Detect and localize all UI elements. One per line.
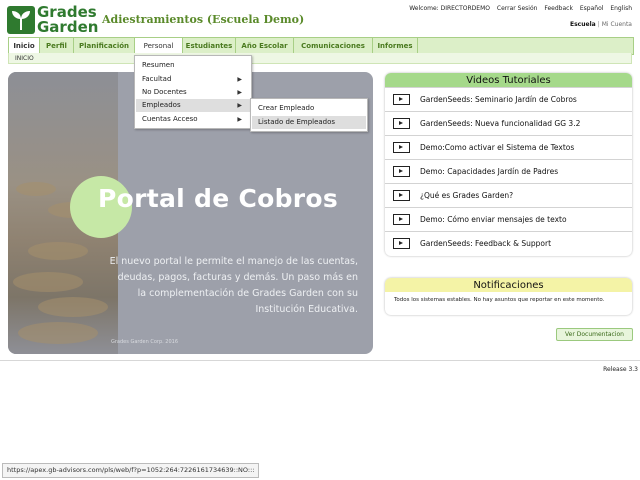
film-icon: [393, 238, 410, 249]
notifications-panel: Notificaciones Todos los sistemas establ…: [385, 278, 632, 315]
video-item[interactable]: GardenSeeds: Seminario Jardín de Cobros: [385, 87, 632, 111]
feedback-link[interactable]: Feedback: [544, 5, 573, 12]
tab-perfil[interactable]: Perfil: [40, 38, 74, 54]
video-title[interactable]: Demo: Capacidades Jardín de Padres: [420, 160, 558, 184]
chevron-right-icon: ▶: [237, 76, 242, 83]
menu-item-cuentas-acceso[interactable]: Cuentas Acceso ▶: [136, 113, 250, 126]
my-account-link[interactable]: Mi Cuenta: [602, 21, 632, 28]
banner-copyright: Grades Garden Corp. 2016: [111, 339, 179, 345]
menu-item-label: Facultad: [142, 75, 172, 83]
film-icon: [393, 118, 410, 129]
video-item[interactable]: Demo:Como activar el Sistema de Textos: [385, 135, 632, 159]
notifications-text: Todos los sistemas estables. No hay asun…: [394, 297, 605, 303]
tab-estudiantes[interactable]: Estudiantes: [183, 38, 236, 54]
videos-panel: Videos Tutoriales GardenSeeds: Seminario…: [385, 73, 632, 256]
menu-item-crear-empleado[interactable]: Crear Empleado: [252, 102, 366, 115]
menu-item-resumen[interactable]: Resumen: [136, 59, 250, 72]
film-icon: [393, 142, 410, 153]
menu-item-no-docentes[interactable]: No Docentes ▶: [136, 86, 250, 99]
chevron-right-icon: ▶: [237, 116, 242, 123]
banner-text: El nuevo portal le permite el manejo de …: [109, 256, 358, 315]
breadcrumb: INICIO: [8, 53, 632, 64]
menu-item-label: Empleados: [142, 101, 181, 109]
english-link[interactable]: English: [610, 5, 632, 12]
menu-item-facultad[interactable]: Facultad ▶: [136, 73, 250, 86]
scope-links: Escuela | Mi Cuenta: [570, 21, 632, 28]
banner-title: Portal de Cobros: [98, 184, 339, 213]
spanish-link[interactable]: Español: [580, 5, 604, 12]
chevron-right-icon: ▶: [237, 102, 242, 109]
scope-separator: |: [597, 21, 600, 28]
video-item[interactable]: ¿Qué es Grades Garden?: [385, 183, 632, 207]
video-title[interactable]: ¿Qué es Grades Garden?: [420, 184, 513, 208]
film-icon: [393, 190, 410, 201]
video-item[interactable]: Demo: Cómo enviar mensajes de texto: [385, 207, 632, 231]
video-title[interactable]: Demo: Cómo enviar mensajes de texto: [420, 208, 567, 232]
logout-link[interactable]: Cerrar Sesión: [497, 5, 538, 12]
notifications-title: Notificaciones: [385, 278, 632, 292]
menu-item-label: Resumen: [142, 61, 175, 69]
app-title: Adiestramientos (Escuela Demo): [102, 13, 305, 26]
video-title[interactable]: Demo:Como activar el Sistema de Textos: [420, 136, 574, 160]
video-title[interactable]: GardenSeeds: Seminario Jardín de Cobros: [420, 88, 577, 112]
menu-item-empleados[interactable]: Empleados ▶: [136, 99, 250, 112]
tab-planificacion[interactable]: Planificación: [74, 38, 135, 54]
film-icon: [393, 94, 410, 105]
film-icon: [393, 166, 410, 177]
logo-icon[interactable]: [7, 6, 35, 34]
menu-item-label: Crear Empleado: [258, 104, 315, 112]
menu-item-label: Listado de Empleados: [258, 118, 336, 126]
chevron-right-icon: ▶: [237, 89, 242, 96]
menu-item-label: Cuentas Acceso: [142, 115, 198, 123]
welcome-text: Welcome: DIRECTORDEMO: [409, 5, 490, 12]
menu-item-label: No Docentes: [142, 88, 187, 96]
tab-personal[interactable]: Personal: [135, 38, 183, 54]
menu-item-listado-empleados[interactable]: Listado de Empleados: [252, 116, 366, 129]
tab-comunicaciones[interactable]: Comunicaciones: [294, 38, 373, 54]
brand-name-line2: Garden: [37, 18, 99, 36]
school-link[interactable]: Escuela: [570, 21, 596, 28]
video-title[interactable]: GardenSeeds: Feedback & Support: [420, 232, 551, 256]
tab-informes[interactable]: Informes: [373, 38, 418, 54]
tab-inicio[interactable]: Inicio: [9, 38, 40, 54]
release-label: Release 3.3: [603, 366, 638, 373]
top-links: Welcome: DIRECTORDEMO Cerrar Sesión Feed…: [404, 5, 632, 12]
view-documentation-button[interactable]: Ver Documentacion: [556, 328, 633, 341]
film-icon: [393, 214, 410, 225]
videos-title: Videos Tutoriales: [385, 73, 632, 87]
video-item[interactable]: Demo: Capacidades Jardín de Padres: [385, 159, 632, 183]
divider: [0, 360, 640, 361]
video-title[interactable]: GardenSeeds: Nueva funcionalidad GG 3.2: [420, 112, 580, 136]
status-url-bar: https://apex.gb-advisors.com/pls/web/f?p…: [2, 463, 260, 478]
personal-dropdown: Resumen Facultad ▶ No Docentes ▶ Empleados…: [134, 55, 252, 129]
video-item[interactable]: GardenSeeds: Nueva funcionalidad GG 3.2: [385, 111, 632, 135]
empleados-submenu: Crear Empleado Listado de Empleados: [250, 98, 368, 132]
video-item[interactable]: GardenSeeds: Feedback & Support: [385, 231, 632, 255]
tab-ano-escolar[interactable]: Año Escolar: [236, 38, 294, 54]
